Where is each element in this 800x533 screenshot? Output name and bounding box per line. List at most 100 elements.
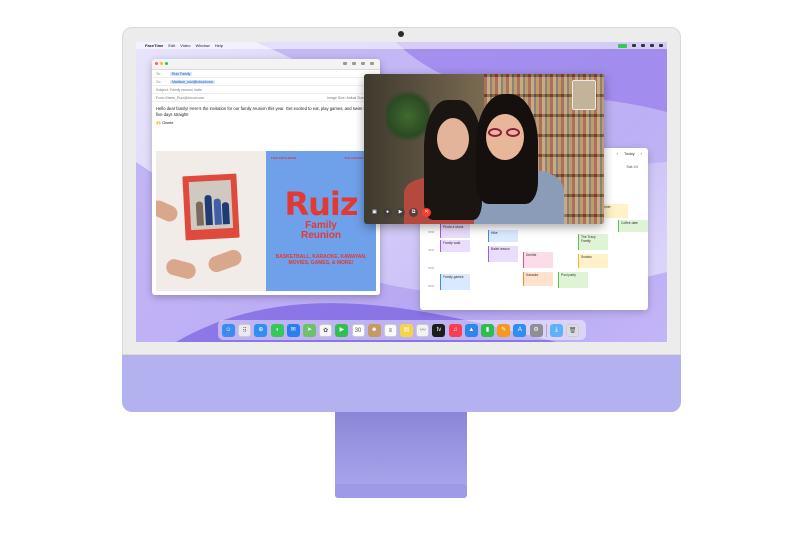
settings-icon[interactable]: ⚙ — [529, 323, 543, 337]
screen: FaceTime Edit Video Window Help To: Ruiz… — [136, 42, 667, 342]
calendar-nav: ‹ Today › — [617, 151, 642, 156]
finder-icon[interactable]: ☺ — [222, 323, 235, 337]
call-controls: ▣ ● ▶ ⧉ ✕ — [370, 208, 431, 217]
subject-value[interactable]: Family reunion invite — [170, 88, 202, 92]
hour-label: 4PM — [428, 248, 435, 252]
calendar-event[interactable]: Ballet lesson — [488, 246, 518, 262]
calendar-icon[interactable]: 30 — [351, 323, 365, 337]
dock: ☺ ⠿ ⊕ ◖ ✉ ➤ ✿ ▶ 30 ☻ ≡ ▤ 〰 tv ♫ ▲ ▮ ✎ A ⚙ ⤓ 🗑 — [218, 320, 586, 340]
participant-face — [437, 118, 469, 160]
app-store-icon[interactable]: A — [513, 323, 527, 337]
menu-window[interactable]: Window — [195, 43, 209, 48]
close-button[interactable] — [155, 62, 158, 65]
next-icon[interactable]: › — [641, 151, 642, 156]
calendar-event[interactable]: Hike — [488, 230, 518, 242]
safari-icon[interactable]: ⊕ — [254, 323, 268, 337]
calendar-event[interactable]: Family walk — [440, 240, 470, 252]
downloads-folder-icon[interactable]: ⤓ — [549, 323, 563, 337]
facetime-icon[interactable]: ▶ — [335, 323, 349, 337]
hour-label: 3PM — [428, 230, 435, 234]
minimize-button[interactable] — [160, 62, 163, 65]
poster-top-left: FIVE-DAYS-BASH — [271, 156, 297, 160]
photo-print — [182, 173, 240, 241]
mail-icon[interactable]: ✉ — [286, 323, 300, 337]
menu-bar: FaceTime Edit Video Window Help — [136, 42, 667, 49]
tv-icon[interactable]: tv — [432, 323, 446, 337]
imac-stand-foot — [335, 484, 467, 498]
mail-signature: 🙌 Gisele — [156, 120, 174, 125]
attach-icon[interactable] — [343, 62, 347, 65]
keynote-icon[interactable]: ▲ — [464, 323, 478, 337]
music-icon[interactable]: ♫ — [448, 323, 462, 337]
hour-label: 5PM — [428, 266, 435, 270]
calendar-event[interactable]: Family games — [440, 274, 470, 290]
wifi-icon[interactable] — [641, 44, 645, 47]
menu-video[interactable]: Video — [180, 43, 190, 48]
family-photo — [156, 151, 266, 291]
calendar-event[interactable]: The Tracy Family — [578, 234, 608, 250]
mail-toolbar-icons — [343, 62, 374, 65]
contacts-icon[interactable]: ☻ — [367, 323, 381, 337]
zoom-button[interactable] — [165, 62, 168, 65]
emoji-icon[interactable] — [361, 62, 365, 65]
share-button[interactable]: ⧉ — [409, 208, 418, 217]
facetime-status-icon[interactable] — [618, 43, 627, 48]
calendar-event[interactable]: Snacks — [578, 254, 608, 268]
siri-icon[interactable] — [659, 44, 663, 47]
cc-field[interactable]: Cc: Madison_ruiz@icloud.com — [152, 78, 380, 86]
calendar-event[interactable]: Photo a shoot — [440, 224, 470, 238]
reminders-icon[interactable]: ≡ — [383, 323, 397, 337]
control-center-icon[interactable] — [632, 44, 636, 47]
poster-subtitle-line2: Reunion — [301, 230, 341, 241]
launchpad-icon[interactable]: ⠿ — [238, 323, 252, 337]
from-value[interactable]: Gisele_Ruiz@icloud.com — [165, 96, 204, 100]
end-button[interactable]: ✕ — [422, 208, 431, 217]
format-icon[interactable] — [352, 62, 356, 65]
mail-compose-window: To: Ruiz Family Cc: Madison_ruiz@icloud.… — [152, 59, 380, 295]
mic-button[interactable]: ● — [383, 208, 392, 217]
window-controls — [155, 62, 168, 65]
messages-icon[interactable]: ◖ — [270, 323, 284, 337]
video-button[interactable]: ▶ — [396, 208, 405, 217]
menu-facetime[interactable]: FaceTime — [145, 43, 163, 48]
to-recipient[interactable]: Ruiz Family — [170, 71, 193, 76]
calendar-event[interactable]: Coffee date — [618, 220, 648, 232]
camera-icon — [398, 31, 404, 37]
menu-help[interactable]: Help — [215, 43, 223, 48]
participant-face — [486, 114, 524, 160]
plant — [386, 86, 430, 146]
image-size-select[interactable]: Image Size: Actual Size — [327, 96, 364, 100]
to-label: To: — [156, 71, 161, 76]
calendar-event[interactable]: Karaoke — [523, 272, 553, 286]
invitation-attachment[interactable]: FIVE-DAYS-BASH 5TH AUGUST 2024 Ruiz Fami… — [156, 151, 376, 291]
from-field[interactable]: From:Gisele_Ruiz@icloud.com Image Size: … — [152, 94, 380, 102]
imac-chin — [122, 355, 681, 412]
menu-edit[interactable]: Edit — [168, 43, 175, 48]
notes-icon[interactable]: ▤ — [400, 323, 414, 337]
poster-activities: BASKETBALL, KARAOKE, KAWAYAN, MOVIES, GA… — [275, 254, 367, 266]
poster-subtitle: Family Reunion — [266, 221, 376, 241]
subject-label: Subject: — [156, 87, 169, 92]
hour-label: 6PM — [428, 284, 435, 288]
pages-icon[interactable]: ✎ — [497, 323, 511, 337]
self-view-thumbnail[interactable] — [572, 80, 596, 110]
trash-icon[interactable]: 🗑 — [566, 323, 580, 337]
calendar-event[interactable]: Pool party — [558, 272, 588, 288]
from-label: From: — [156, 95, 166, 100]
numbers-icon[interactable]: ▮ — [481, 323, 494, 337]
sidebar-button[interactable]: ▣ — [370, 208, 379, 217]
calendar-event[interactable]: Dentist — [523, 252, 553, 268]
cc-recipient[interactable]: Madison_ruiz@icloud.com — [170, 79, 216, 84]
mail-body[interactable]: Hello dear family! Here's the invitation… — [152, 102, 380, 130]
photo-icon[interactable] — [370, 62, 374, 65]
today-button[interactable]: Today — [624, 151, 635, 156]
maps-icon[interactable]: ➤ — [302, 323, 316, 337]
freeform-icon[interactable]: 〰 — [416, 323, 430, 337]
to-field[interactable]: To: Ruiz Family — [152, 70, 380, 78]
mail-toolbar — [152, 59, 380, 70]
photos-icon[interactable]: ✿ — [319, 323, 333, 337]
search-icon[interactable] — [650, 44, 654, 47]
prev-icon[interactable]: ‹ — [617, 151, 618, 156]
subject-field[interactable]: Subject: Family reunion invite — [152, 86, 380, 94]
reunion-poster: FIVE-DAYS-BASH 5TH AUGUST 2024 Ruiz Fami… — [266, 151, 376, 291]
